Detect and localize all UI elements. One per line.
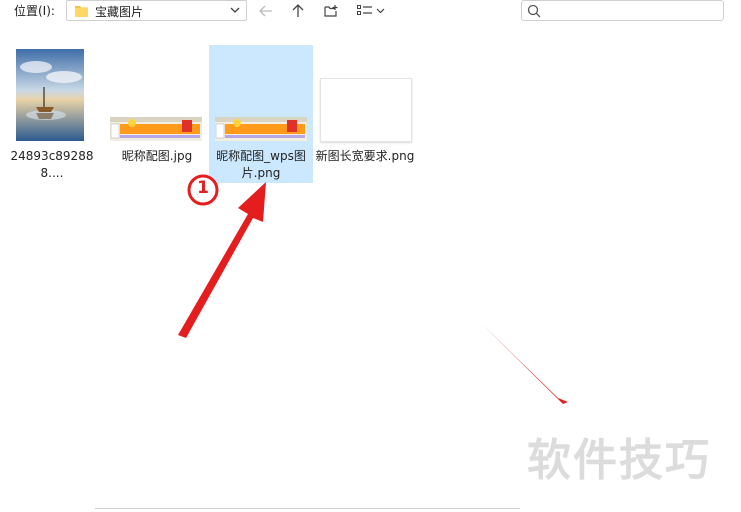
step-badge-number: 1 — [197, 178, 209, 198]
watermark-text: 软件技巧 — [527, 435, 711, 486]
red-arrow-tail-icon — [482, 324, 568, 404]
divider — [95, 508, 520, 509]
red-arrow-icon — [178, 182, 266, 338]
